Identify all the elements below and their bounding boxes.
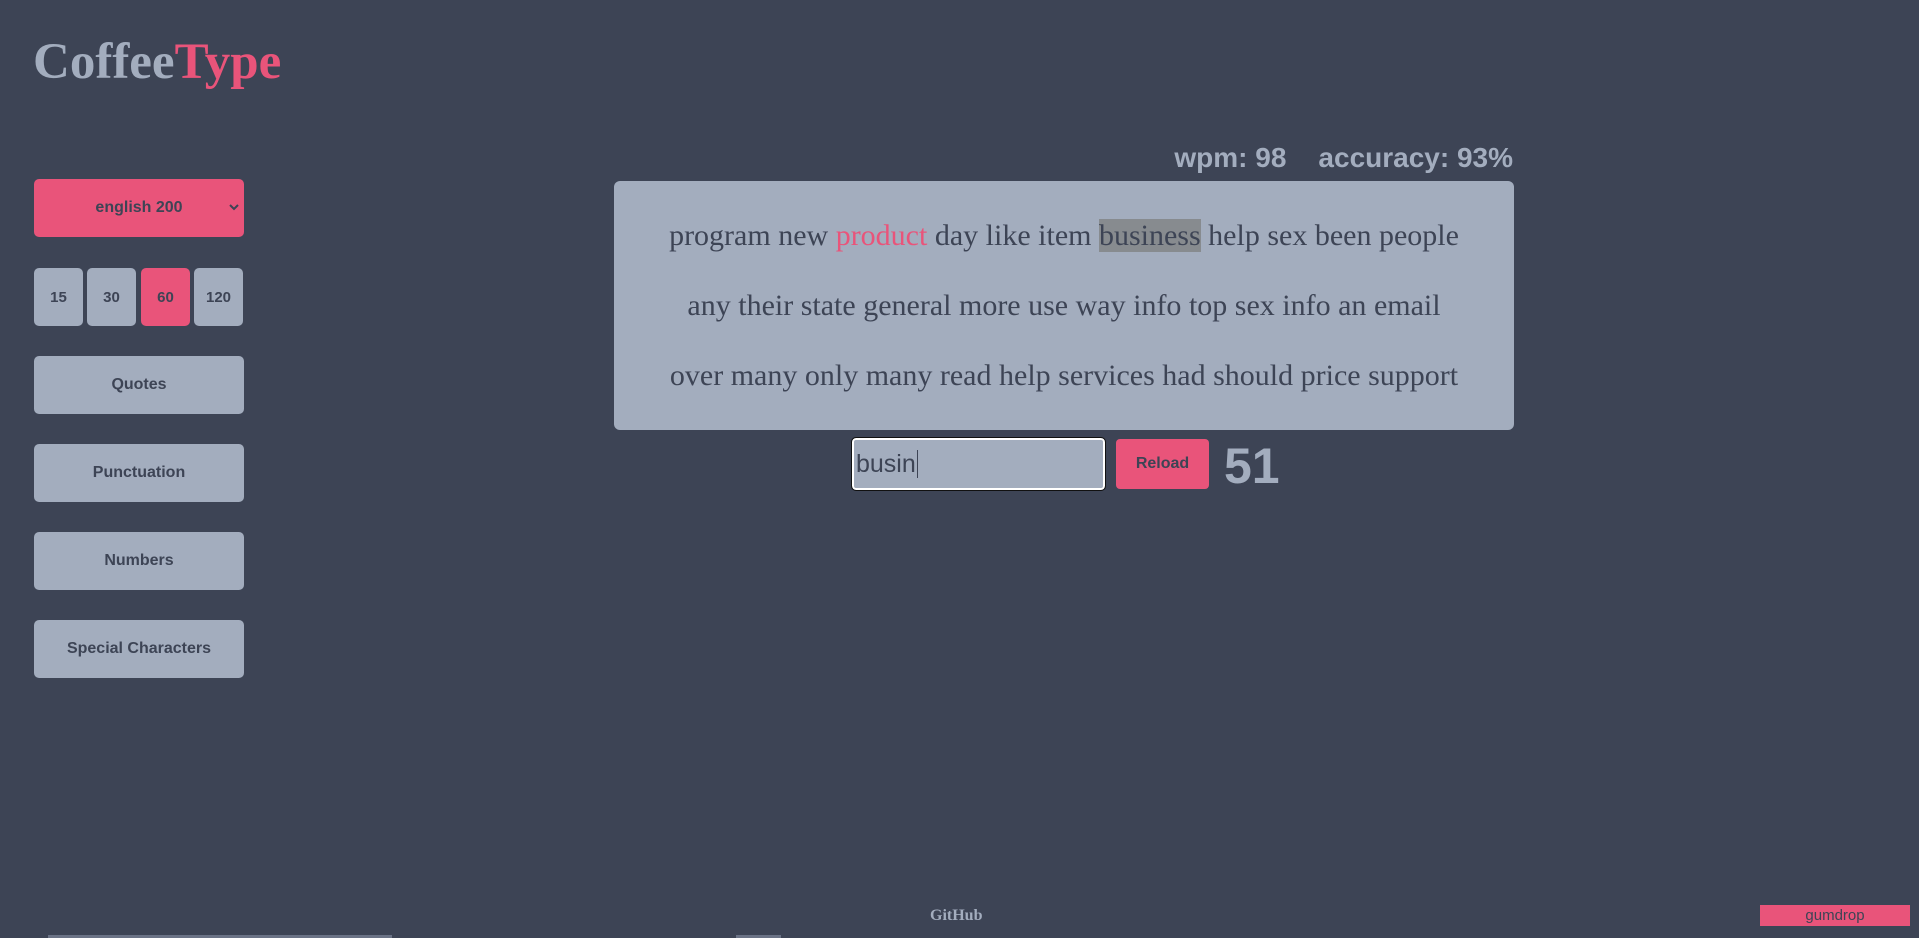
word: sex: [1234, 289, 1275, 322]
word: email: [1373, 289, 1441, 322]
duration-60-button[interactable]: 60: [141, 268, 190, 326]
wrong-word: product: [835, 219, 928, 252]
word: more: [958, 289, 1021, 322]
special-characters-button[interactable]: Special Characters: [34, 620, 244, 678]
logo-coffee: Coffee: [33, 34, 175, 90]
word: like: [985, 219, 1031, 252]
word: support: [1368, 359, 1459, 392]
words-display: program new product day like item busine…: [614, 181, 1514, 430]
stats-bar: wpm: 98 accuracy: 93%: [1174, 140, 1513, 176]
language-select[interactable]: english 200: [34, 179, 244, 237]
word: way: [1075, 289, 1126, 322]
word: read: [939, 359, 992, 392]
word: any: [687, 289, 731, 322]
reload-button[interactable]: Reload: [1116, 439, 1209, 489]
word: sex: [1267, 219, 1308, 252]
typing-input[interactable]: busin: [851, 437, 1106, 491]
word: many: [865, 359, 933, 392]
duration-120-button[interactable]: 120: [194, 268, 243, 326]
word: program: [669, 219, 771, 252]
gumdrop-theme-button[interactable]: gumdrop: [1760, 905, 1910, 926]
duration-30-button[interactable]: 30: [87, 268, 136, 326]
countdown-timer: 51: [1224, 438, 1280, 494]
word: had: [1162, 359, 1206, 392]
word: item: [1038, 219, 1092, 252]
logo-type: Type: [174, 34, 282, 90]
word-line: program new product day like item busine…: [624, 201, 1504, 271]
word: people: [1378, 219, 1459, 252]
word: their: [738, 289, 794, 322]
word: services: [1058, 359, 1155, 392]
word: an: [1338, 289, 1367, 322]
typing-input-value: busin: [856, 449, 916, 478]
text-caret: [916, 450, 918, 478]
word: over: [669, 359, 724, 392]
word: help: [999, 359, 1051, 392]
word: info: [1133, 289, 1182, 322]
word: only: [804, 359, 859, 392]
word: new: [778, 219, 829, 252]
github-link[interactable]: GitHub: [930, 907, 982, 925]
word: many: [730, 359, 798, 392]
chevron-down-icon: [229, 204, 239, 211]
word: info: [1282, 289, 1331, 322]
accuracy-stat: accuracy: 93%: [1318, 142, 1513, 173]
word: day: [934, 219, 979, 252]
app-logo: CoffeeType: [33, 32, 281, 92]
word: top: [1188, 289, 1228, 322]
language-select-value: english 200: [95, 199, 183, 216]
word: help: [1208, 219, 1260, 252]
wpm-stat: wpm: 98: [1174, 142, 1287, 173]
duration-15-button[interactable]: 15: [34, 268, 83, 326]
word-line: any their state general more use way inf…: [624, 271, 1504, 341]
word-line: over many only many read help services h…: [624, 341, 1504, 411]
word: been: [1314, 219, 1372, 252]
current-word: business: [1098, 219, 1201, 252]
numbers-button[interactable]: Numbers: [34, 532, 244, 590]
word: state: [800, 289, 856, 322]
word: should: [1213, 359, 1294, 392]
word: price: [1300, 359, 1361, 392]
word: use: [1028, 289, 1069, 322]
punctuation-button[interactable]: Punctuation: [34, 444, 244, 502]
quotes-button[interactable]: Quotes: [34, 356, 244, 414]
word: general: [863, 289, 952, 322]
